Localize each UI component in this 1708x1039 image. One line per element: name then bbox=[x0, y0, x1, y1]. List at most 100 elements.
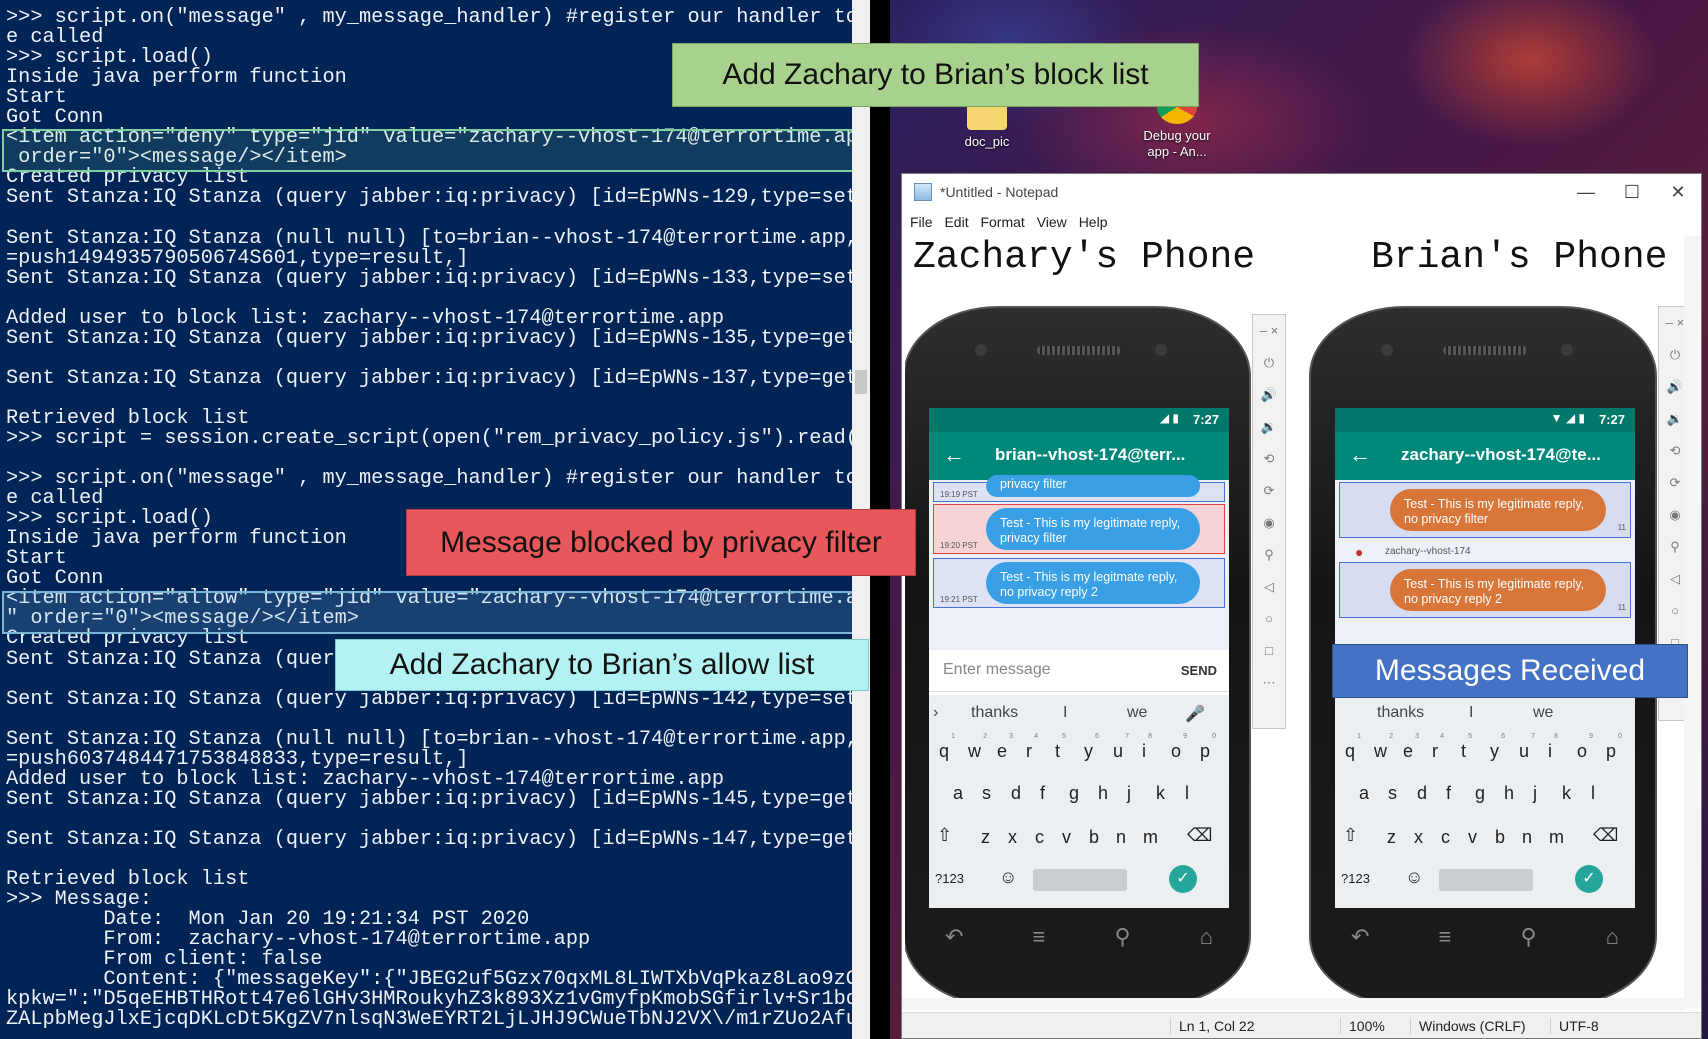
back-key-icon[interactable]: ↶ bbox=[945, 924, 963, 949]
camera-icon[interactable]: ◉ bbox=[1659, 499, 1685, 531]
search-key-icon[interactable]: ⚲ bbox=[1520, 924, 1536, 949]
toolbar-window-controls[interactable]: – × bbox=[1659, 307, 1685, 339]
shift-icon[interactable]: ⇧ bbox=[937, 825, 952, 846]
zoom-icon[interactable]: ⚲ bbox=[1659, 531, 1685, 563]
enter-check-icon[interactable]: ✓ bbox=[1169, 865, 1197, 893]
more-icon[interactable]: ⋯ bbox=[1253, 667, 1285, 699]
notepad-vertical-scrollbar[interactable] bbox=[1684, 236, 1701, 1008]
volume-down-icon[interactable]: 🔉 bbox=[1659, 403, 1685, 435]
key-e[interactable]: e3 bbox=[1403, 733, 1419, 762]
notepad-window[interactable]: *Untitled - Notepad — ☐ ✕ File Edit Form… bbox=[901, 173, 1702, 1039]
search-key-icon[interactable]: ⚲ bbox=[1114, 924, 1130, 949]
volume-up-icon[interactable]: 🔊 bbox=[1253, 379, 1285, 411]
key-b[interactable]: b bbox=[1495, 827, 1505, 848]
back-key-icon[interactable]: ↶ bbox=[1351, 924, 1369, 949]
key-a[interactable]: a bbox=[953, 783, 963, 804]
key-d[interactable]: d bbox=[1417, 783, 1427, 804]
power-icon[interactable]: ⏻ bbox=[1659, 339, 1685, 371]
key-n[interactable]: n bbox=[1116, 827, 1126, 848]
menu-help[interactable]: Help bbox=[1079, 214, 1108, 230]
rotate-left-icon[interactable]: ⟲ bbox=[1659, 435, 1685, 467]
key-s[interactable]: s bbox=[1388, 783, 1397, 804]
key-a[interactable]: a bbox=[1359, 783, 1369, 804]
home-icon[interactable]: ○ bbox=[1659, 595, 1685, 627]
suggestion-item[interactable]: we bbox=[1127, 704, 1147, 722]
key-t[interactable]: t5 bbox=[1055, 733, 1066, 762]
key-g[interactable]: g bbox=[1475, 783, 1485, 804]
spacebar[interactable] bbox=[1033, 869, 1127, 891]
suggestion-item[interactable]: I bbox=[1063, 704, 1067, 722]
soft-keyboard[interactable]: thanks I we q1w2e3r4t5y6u7i8o9p0 asdfghj… bbox=[1335, 695, 1635, 908]
back-icon[interactable]: ◁ bbox=[1253, 571, 1285, 603]
message-input[interactable]: Enter message bbox=[943, 661, 1051, 679]
key-b[interactable]: b bbox=[1089, 827, 1099, 848]
key-h[interactable]: h bbox=[1098, 783, 1108, 804]
home-key-icon[interactable]: ⌂ bbox=[1200, 924, 1213, 949]
key-p[interactable]: p0 bbox=[1200, 733, 1216, 762]
key-z[interactable]: z bbox=[981, 827, 990, 848]
suggestion-item[interactable]: thanks bbox=[1377, 704, 1424, 722]
key-y[interactable]: y6 bbox=[1490, 733, 1505, 762]
emoji-icon[interactable]: ☺ bbox=[999, 867, 1017, 888]
key-u[interactable]: u7 bbox=[1113, 733, 1129, 762]
menu-key-icon[interactable]: ≡ bbox=[1439, 924, 1452, 949]
key-e[interactable]: e3 bbox=[997, 733, 1013, 762]
key-r[interactable]: r4 bbox=[1026, 733, 1038, 762]
key-q[interactable]: q1 bbox=[1345, 733, 1361, 762]
notepad-horizontal-scrollbar[interactable] bbox=[902, 998, 1686, 1010]
home-icon[interactable]: ○ bbox=[1253, 603, 1285, 635]
key-x[interactable]: x bbox=[1008, 827, 1017, 848]
key-k[interactable]: k bbox=[1562, 783, 1571, 804]
scrollbar-thumb[interactable] bbox=[855, 370, 867, 394]
symbols-key[interactable]: ?123 bbox=[1341, 871, 1370, 886]
rotate-right-icon[interactable]: ⟳ bbox=[1659, 467, 1685, 499]
key-j[interactable]: j bbox=[1127, 783, 1131, 804]
back-icon[interactable]: ◁ bbox=[1659, 563, 1685, 595]
key-x[interactable]: x bbox=[1414, 827, 1423, 848]
key-f[interactable]: f bbox=[1446, 783, 1451, 804]
rotate-left-icon[interactable]: ⟲ bbox=[1253, 443, 1285, 475]
close-button[interactable]: ✕ bbox=[1655, 174, 1701, 210]
suggestion-item[interactable]: thanks bbox=[971, 704, 1018, 722]
chevron-right-icon[interactable]: › bbox=[933, 704, 938, 722]
zoom-icon[interactable]: ⚲ bbox=[1253, 539, 1285, 571]
key-w[interactable]: w2 bbox=[968, 733, 987, 762]
suggestion-item[interactable]: I bbox=[1469, 704, 1473, 722]
shift-icon[interactable]: ⇧ bbox=[1343, 825, 1358, 846]
zachary-screen[interactable]: ◢ ▮ 7:27 ← brian--vhost-174@terr... 19:1… bbox=[929, 408, 1229, 908]
rotate-right-icon[interactable]: ⟳ bbox=[1253, 475, 1285, 507]
camera-icon[interactable]: ◉ bbox=[1253, 507, 1285, 539]
notepad-titlebar[interactable]: *Untitled - Notepad — ☐ ✕ bbox=[902, 174, 1701, 210]
home-key-icon[interactable]: ⌂ bbox=[1606, 924, 1619, 949]
key-i[interactable]: i8 bbox=[1548, 733, 1558, 762]
key-o[interactable]: o9 bbox=[1577, 733, 1593, 762]
emoji-icon[interactable]: ☺ bbox=[1405, 867, 1423, 888]
enter-check-icon[interactable]: ✓ bbox=[1575, 865, 1603, 893]
menu-file[interactable]: File bbox=[910, 214, 933, 230]
key-g[interactable]: g bbox=[1069, 783, 1079, 804]
key-p[interactable]: p0 bbox=[1606, 733, 1622, 762]
key-m[interactable]: m bbox=[1143, 827, 1158, 848]
maximize-button[interactable]: ☐ bbox=[1609, 174, 1655, 210]
toolbar-window-controls[interactable]: – × bbox=[1253, 315, 1285, 347]
overview-icon[interactable]: □ bbox=[1253, 635, 1285, 667]
key-m[interactable]: m bbox=[1549, 827, 1564, 848]
key-l[interactable]: l bbox=[1185, 783, 1189, 804]
key-c[interactable]: c bbox=[1441, 827, 1450, 848]
key-v[interactable]: v bbox=[1062, 827, 1071, 848]
menu-format[interactable]: Format bbox=[980, 214, 1024, 230]
key-o[interactable]: o9 bbox=[1171, 733, 1187, 762]
menu-edit[interactable]: Edit bbox=[944, 214, 968, 230]
suggestion-item[interactable]: we bbox=[1533, 704, 1553, 722]
key-q[interactable]: q1 bbox=[939, 733, 955, 762]
spacebar[interactable] bbox=[1439, 869, 1533, 891]
power-icon[interactable]: ⏻ bbox=[1253, 347, 1285, 379]
key-k[interactable]: k bbox=[1156, 783, 1165, 804]
key-j[interactable]: j bbox=[1533, 783, 1537, 804]
message-list[interactable]: 19:19 PST privacy filter 19:20 PST Test … bbox=[929, 475, 1229, 650]
key-f[interactable]: f bbox=[1040, 783, 1045, 804]
message-list[interactable]: 11 Test - This is my legitimate reply, n… bbox=[1335, 480, 1635, 650]
key-h[interactable]: h bbox=[1504, 783, 1514, 804]
backspace-icon[interactable]: ⌫ bbox=[1187, 825, 1212, 846]
menu-key-icon[interactable]: ≡ bbox=[1033, 924, 1046, 949]
